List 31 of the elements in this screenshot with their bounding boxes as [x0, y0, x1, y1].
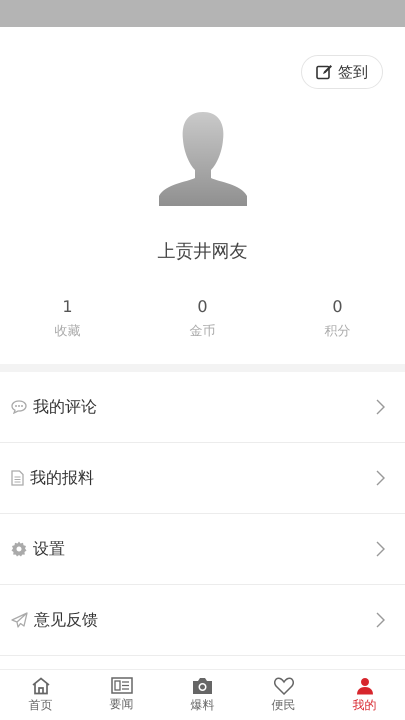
paper-plane-icon	[11, 612, 28, 628]
tab[interactable]: 便民	[243, 670, 324, 720]
tab[interactable]: 我的	[324, 670, 405, 720]
stat-value: 0	[197, 297, 208, 316]
tab[interactable]: 首页	[0, 670, 81, 720]
menu-item[interactable]: 我的报料	[0, 443, 405, 514]
newspaper-icon	[110, 677, 132, 694]
chevron-right-icon	[376, 612, 385, 628]
stat-label: 积分	[324, 323, 350, 340]
edit-icon	[316, 64, 333, 80]
stat-label: 收藏	[54, 323, 80, 340]
menu-item[interactable]: 我的评论	[0, 372, 405, 443]
speech-bubble-icon	[11, 400, 27, 414]
document-icon	[11, 470, 24, 486]
stat-value: 1	[62, 297, 73, 316]
chevron-right-icon	[376, 541, 385, 557]
person-icon	[356, 676, 374, 694]
chevron-right-icon	[376, 399, 385, 415]
username: 上贡井网友	[158, 240, 248, 263]
chevron-right-icon	[376, 470, 385, 486]
tab[interactable]: 要闻	[81, 670, 162, 720]
stat-value: 0	[332, 297, 343, 316]
checkin-button[interactable]: 签到	[301, 55, 383, 89]
stat-label: 金币	[190, 323, 216, 340]
menu-item[interactable]: 意见反馈	[0, 585, 405, 656]
camera-icon	[192, 676, 213, 694]
settings-icon	[11, 541, 27, 557]
menu-item[interactable]: 设置	[0, 514, 405, 585]
tab[interactable]: 爆料	[162, 670, 243, 720]
heart-icon	[274, 676, 294, 694]
home-icon	[30, 676, 50, 694]
